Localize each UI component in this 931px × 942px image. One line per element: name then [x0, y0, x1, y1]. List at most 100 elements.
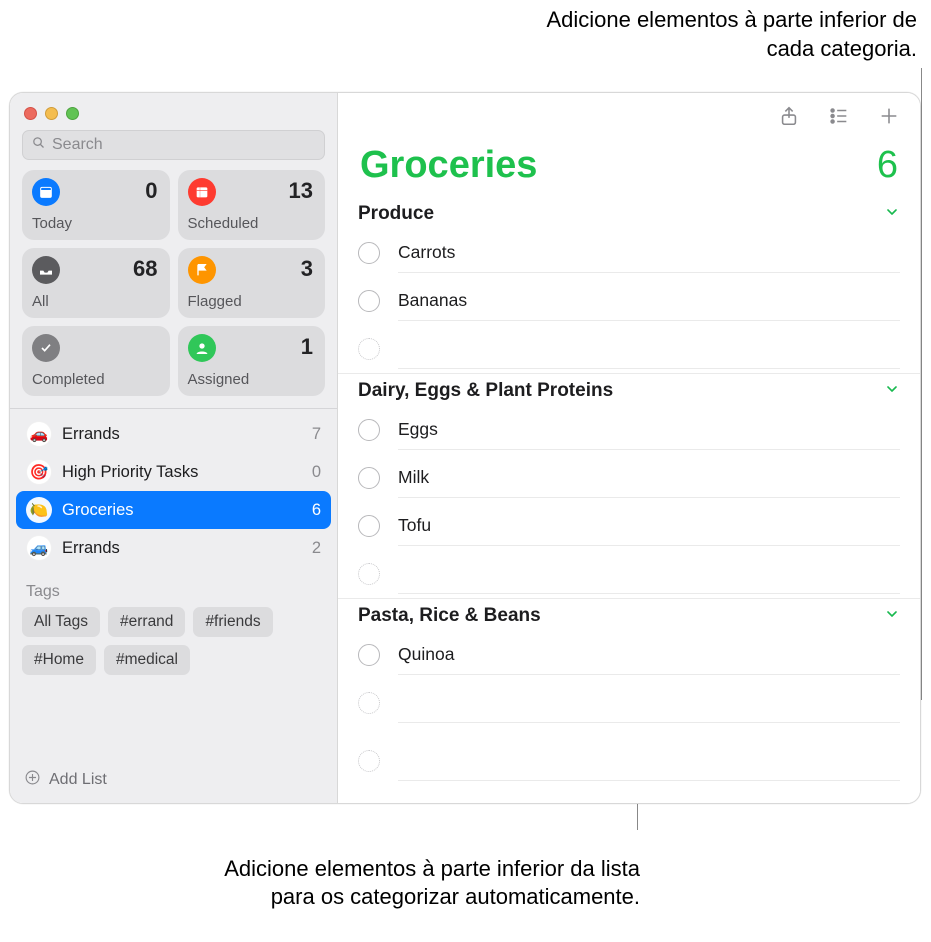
add-item-row[interactable] — [338, 325, 920, 373]
empty-text[interactable] — [398, 554, 900, 594]
chevron-down-icon[interactable] — [884, 606, 900, 627]
sidebar-list-item[interactable]: 🚗 Errands 7 — [16, 415, 331, 453]
list-header: Groceries 6 — [338, 140, 920, 197]
empty-checkbox — [358, 750, 380, 772]
window-controls — [10, 93, 337, 130]
inbox-icon — [32, 256, 60, 284]
smart-lists-grid: 0 Today 13 Scheduled 68 All — [10, 170, 337, 406]
close-window-button[interactable] — [24, 107, 37, 120]
card-label: Assigned — [188, 371, 250, 388]
list-emoji-icon: 🎯 — [26, 459, 52, 485]
add-item-row[interactable] — [338, 550, 920, 598]
empty-checkbox — [358, 563, 380, 585]
reminder-text[interactable]: Quinoa — [398, 635, 900, 675]
reminder-text[interactable]: Eggs — [398, 410, 900, 450]
reminder-row[interactable]: Milk — [338, 454, 920, 502]
tags-header: Tags — [10, 569, 337, 607]
list-count: 0 — [312, 463, 321, 482]
search-field[interactable] — [22, 130, 325, 160]
add-reminder-button[interactable] — [876, 103, 902, 132]
reminder-text[interactable]: Tofu — [398, 506, 900, 546]
add-list-button[interactable]: Add List — [10, 761, 337, 799]
add-item-row[interactable] — [338, 679, 920, 727]
list-content: Produce Carrots Bananas Dairy, Eggs & Plan… — [338, 197, 920, 803]
smart-list-today[interactable]: 0 Today — [22, 170, 170, 240]
minimize-window-button[interactable] — [45, 107, 58, 120]
reminder-row[interactable]: Bananas — [338, 277, 920, 325]
reminder-row[interactable]: Quinoa — [338, 631, 920, 679]
tag-chip[interactable]: #friends — [193, 607, 272, 637]
complete-checkbox[interactable] — [358, 515, 380, 537]
sidebar-list-item[interactable]: 🎯 High Priority Tasks 0 — [16, 453, 331, 491]
list-count: 2 — [312, 539, 321, 558]
empty-checkbox — [358, 692, 380, 714]
tag-chip[interactable]: #errand — [108, 607, 185, 637]
smart-list-flagged[interactable]: 3 Flagged — [178, 248, 326, 318]
reminder-text[interactable]: Bananas — [398, 281, 900, 321]
smart-list-completed[interactable]: Completed — [22, 326, 170, 396]
reminder-row[interactable]: Carrots — [338, 229, 920, 277]
smart-list-scheduled[interactable]: 13 Scheduled — [178, 170, 326, 240]
list-bullet-icon — [828, 115, 850, 130]
lists: 🚗 Errands 7 🎯 High Priority Tasks 0 🍋Groceries… — [10, 413, 337, 569]
reminder-text[interactable]: Milk — [398, 458, 900, 498]
reminder-text[interactable]: Carrots — [398, 233, 900, 273]
reminder-row[interactable]: Eggs — [338, 406, 920, 454]
smart-list-all[interactable]: 68 All — [22, 248, 170, 318]
list-name: High Priority Tasks — [62, 463, 302, 482]
section-header[interactable]: Pasta, Rice & Beans — [338, 598, 920, 631]
complete-checkbox[interactable] — [358, 644, 380, 666]
complete-checkbox[interactable] — [358, 467, 380, 489]
sidebar-list-item[interactable]: 🍋Groceries6 — [16, 491, 331, 529]
list-name: Errands — [62, 539, 302, 558]
fullscreen-window-button[interactable] — [66, 107, 79, 120]
add-uncategorized-row[interactable] — [338, 737, 920, 785]
complete-checkbox[interactable] — [358, 419, 380, 441]
share-button[interactable] — [776, 103, 802, 132]
card-count: 68 — [133, 256, 157, 282]
empty-checkbox — [358, 338, 380, 360]
list-emoji-icon: 🚗 — [26, 421, 52, 447]
smart-list-assigned[interactable]: 1 Assigned — [178, 326, 326, 396]
search-icon — [31, 135, 46, 155]
card-count: 0 — [145, 178, 157, 204]
complete-checkbox[interactable] — [358, 290, 380, 312]
chevron-down-icon[interactable] — [884, 381, 900, 402]
tag-chip[interactable]: #medical — [104, 645, 190, 675]
plus-circle-icon — [24, 769, 41, 791]
section-header[interactable]: Produce — [338, 197, 920, 229]
search-wrap — [10, 130, 337, 170]
app-window: 0 Today 13 Scheduled 68 All — [9, 92, 921, 804]
empty-text[interactable] — [398, 329, 900, 369]
empty-text[interactable] — [398, 683, 900, 723]
list-count: 7 — [312, 425, 321, 444]
reminder-row[interactable]: Tofu — [338, 502, 920, 550]
empty-text[interactable] — [398, 741, 900, 781]
sidebar-list-item[interactable]: 🚙Errands2 — [16, 529, 331, 567]
tags-row: All Tags #errand #friends #Home #medical — [10, 607, 337, 683]
chevron-down-icon[interactable] — [884, 204, 900, 225]
separator — [10, 408, 337, 409]
list-count: 6 — [877, 144, 898, 187]
main-panel: Groceries 6 Produce Carrots Bananas Dairy,… — [338, 93, 920, 803]
tag-chip[interactable]: All Tags — [22, 607, 100, 637]
checkmark-icon — [32, 334, 60, 362]
list-title: Groceries — [360, 144, 537, 187]
card-count: 3 — [301, 256, 313, 282]
card-label: Completed — [32, 371, 105, 388]
search-input[interactable] — [52, 136, 316, 154]
sidebar: 0 Today 13 Scheduled 68 All — [10, 93, 338, 803]
view-options-button[interactable] — [826, 103, 852, 132]
complete-checkbox[interactable] — [358, 242, 380, 264]
share-icon — [778, 115, 800, 130]
add-list-label: Add List — [49, 771, 107, 789]
list-name: Errands — [62, 425, 302, 444]
plus-icon — [878, 115, 900, 130]
calendar-icon — [32, 178, 60, 206]
section-title: Produce — [358, 203, 884, 225]
list-count: 6 — [312, 501, 321, 520]
callout-line — [921, 68, 922, 699]
section-header[interactable]: Dairy, Eggs & Plant Proteins — [338, 373, 920, 406]
tag-chip[interactable]: #Home — [22, 645, 96, 675]
card-label: Today — [32, 215, 72, 232]
